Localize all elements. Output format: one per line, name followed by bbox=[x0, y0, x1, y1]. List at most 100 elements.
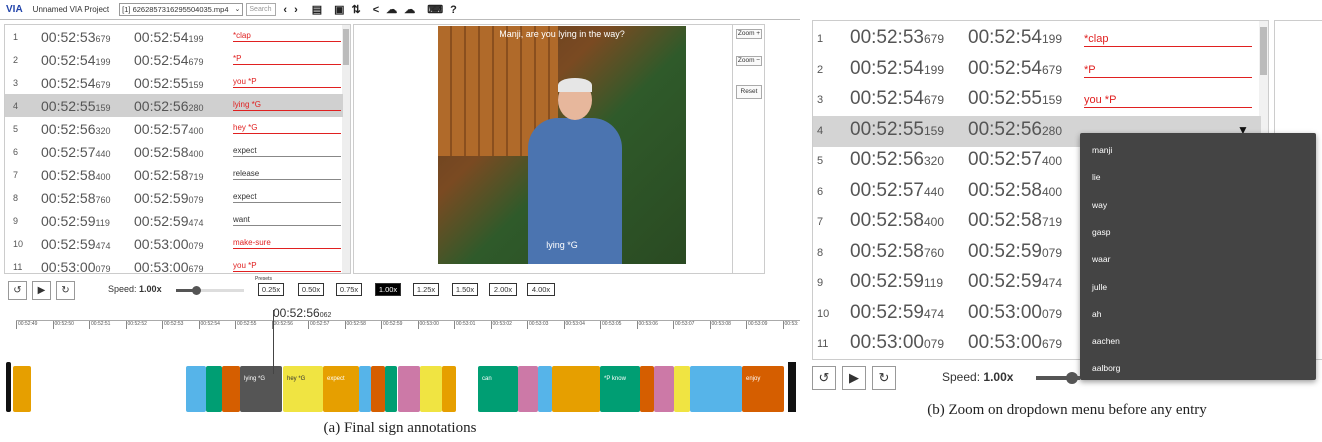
label-input[interactable]: *clap bbox=[1084, 33, 1252, 47]
zoom-reset-button[interactable]: Reset bbox=[736, 85, 762, 99]
table-row[interactable]: 9 00:52:59119 00:52:59474 want bbox=[5, 209, 343, 232]
table-row[interactable]: 2 00:52:54199 00:52:54679 *P bbox=[813, 55, 1261, 86]
end-time[interactable]: 00:52:59474 bbox=[134, 213, 204, 229]
table-row[interactable]: 1 00:52:53679 00:52:54199 *clap bbox=[5, 25, 343, 48]
start-time[interactable]: 00:52:58760 bbox=[850, 241, 944, 263]
help-icon[interactable]: ? bbox=[450, 4, 457, 16]
timeline-end-handle[interactable] bbox=[788, 362, 796, 412]
video-frame[interactable]: Manji, are you lying in the way? lying *… bbox=[438, 26, 686, 264]
timeline-track[interactable]: lying *G hey *G expect can *P know enjoy bbox=[0, 362, 800, 414]
dropdown-option[interactable]: manji bbox=[1092, 145, 1112, 155]
speed-preset-button[interactable]: 2.00x bbox=[489, 283, 517, 296]
timeline-segment[interactable] bbox=[359, 366, 371, 412]
scrollbar-thumb[interactable] bbox=[343, 29, 349, 65]
end-time[interactable]: 00:52:58719 bbox=[968, 210, 1062, 232]
start-time[interactable]: 00:52:57440 bbox=[41, 144, 111, 160]
end-time[interactable]: 00:52:54199 bbox=[968, 27, 1062, 49]
speed-preset-button[interactable]: 0.75x bbox=[336, 283, 362, 296]
timeline-segment[interactable] bbox=[420, 366, 442, 412]
start-time[interactable]: 00:52:58400 bbox=[41, 167, 111, 183]
dropdown-option[interactable]: way bbox=[1092, 200, 1107, 210]
play-button[interactable]: ▶ bbox=[32, 281, 51, 300]
start-time[interactable]: 00:52:54679 bbox=[850, 88, 944, 110]
speed-preset-button[interactable]: 0.25x bbox=[258, 283, 284, 296]
start-time[interactable]: 00:53:00079 bbox=[41, 259, 111, 274]
dropdown-option[interactable]: ah bbox=[1092, 309, 1101, 319]
timeline-segment[interactable] bbox=[690, 366, 742, 412]
timeline-segment[interactable] bbox=[640, 366, 654, 412]
list-icon[interactable]: ▤ bbox=[312, 3, 322, 16]
table-row[interactable]: 3 00:52:54679 00:52:55159 you *P bbox=[813, 85, 1261, 116]
timeline-segment[interactable] bbox=[398, 366, 420, 412]
timeline-segment[interactable] bbox=[206, 366, 222, 412]
start-time[interactable]: 00:52:53679 bbox=[850, 27, 944, 49]
start-time[interactable]: 00:52:55159 bbox=[41, 98, 111, 114]
start-time[interactable]: 00:52:59474 bbox=[41, 236, 111, 252]
timeline-segment[interactable] bbox=[186, 366, 206, 412]
end-time[interactable]: 00:52:56280 bbox=[134, 98, 204, 114]
start-time[interactable]: 00:52:59119 bbox=[41, 213, 110, 229]
save-icon[interactable]: ▣ bbox=[334, 3, 344, 16]
label-dropdown-menu[interactable]: manji lie way gasp waar julle ah aachen aalborg bbox=[1080, 133, 1316, 380]
zoom-out-button[interactable]: Zoom − bbox=[736, 56, 762, 66]
timeline-ruler[interactable]: 00:52:49 00:52:50 00:52:51 00:52:52 00:52:53… bbox=[16, 320, 800, 332]
end-time[interactable]: 00:52:55159 bbox=[134, 75, 204, 91]
table-row[interactable]: 10 00:52:59474 00:53:00079 make-sure bbox=[5, 232, 343, 255]
dropdown-option[interactable]: waar bbox=[1092, 254, 1110, 264]
speed-slider-knob[interactable] bbox=[1066, 372, 1078, 384]
timeline-segment[interactable] bbox=[13, 366, 31, 412]
playhead[interactable] bbox=[273, 310, 274, 374]
timeline-segment[interactable] bbox=[6, 362, 11, 412]
speed-preset-button[interactable]: 0.50x bbox=[298, 283, 324, 296]
table-row[interactable]: 11 00:53:00079 00:53:00679 you *P bbox=[5, 255, 343, 274]
next-file-icon[interactable]: › bbox=[294, 4, 298, 16]
end-time[interactable]: 00:52:59079 bbox=[968, 241, 1062, 263]
label-input[interactable]: lying *G bbox=[233, 100, 341, 111]
start-time[interactable]: 00:52:56320 bbox=[850, 149, 944, 171]
zoom-in-button[interactable]: Zoom + bbox=[736, 29, 762, 39]
start-time[interactable]: 00:52:54679 bbox=[41, 75, 111, 91]
start-time[interactable]: 00:52:54199 bbox=[41, 52, 111, 68]
dropdown-option[interactable]: aachen bbox=[1092, 336, 1120, 346]
rewind-button-zoomed[interactable]: ↺ bbox=[812, 366, 836, 390]
table-row[interactable]: 3 00:52:54679 00:52:55159 you *P bbox=[5, 71, 343, 94]
start-time[interactable]: 00:52:56320 bbox=[41, 121, 111, 137]
project-name[interactable]: Unnamed VIA Project bbox=[33, 5, 109, 14]
end-time[interactable]: 00:53:00679 bbox=[134, 259, 204, 274]
timeline-segment[interactable] bbox=[371, 366, 385, 412]
sort-icon[interactable]: ⇅ bbox=[352, 3, 361, 16]
dropdown-option[interactable]: julle bbox=[1092, 282, 1107, 292]
timeline-segment[interactable] bbox=[385, 366, 397, 412]
start-time[interactable]: 00:52:59119 bbox=[850, 271, 943, 293]
list-scrollbar[interactable] bbox=[342, 25, 350, 273]
table-row[interactable]: 1 00:52:53679 00:52:54199 *clap bbox=[813, 24, 1261, 55]
table-row[interactable]: 4 00:52:55159 00:52:56280 lying *G bbox=[5, 94, 343, 117]
timeline-segment[interactable] bbox=[442, 366, 456, 412]
table-row[interactable]: 2 00:52:54199 00:52:54679 *P bbox=[5, 48, 343, 71]
start-time[interactable]: 00:52:58760 bbox=[41, 190, 111, 206]
table-row[interactable]: 5 00:52:56320 00:52:57400 hey *G bbox=[5, 117, 343, 140]
share-icon[interactable]: < bbox=[373, 4, 379, 16]
start-time[interactable]: 00:52:58400 bbox=[850, 210, 944, 232]
speed-preset-button[interactable]: 4.00x bbox=[527, 283, 555, 296]
end-time[interactable]: 00:52:59474 bbox=[968, 271, 1062, 293]
end-time[interactable]: 00:52:57400 bbox=[134, 121, 204, 137]
timeline-segment[interactable] bbox=[552, 366, 600, 412]
start-time[interactable]: 00:53:00079 bbox=[850, 332, 944, 354]
scrollbar-thumb-zoomed[interactable] bbox=[1260, 27, 1267, 75]
keyboard-icon[interactable]: ⌨ bbox=[427, 3, 443, 16]
label-input[interactable]: *clap bbox=[233, 31, 341, 42]
timeline-segment[interactable]: enjoy bbox=[742, 366, 784, 412]
end-time[interactable]: 00:53:00679 bbox=[968, 332, 1062, 354]
speed-preset-button[interactable]: 1.50x bbox=[452, 283, 478, 296]
timeline-segment[interactable]: expect bbox=[323, 366, 359, 412]
cloud-upload-icon[interactable]: ☁ bbox=[404, 3, 415, 16]
end-time[interactable]: 00:52:57400 bbox=[968, 149, 1062, 171]
timeline-segment[interactable] bbox=[222, 366, 240, 412]
cloud-download-icon[interactable]: ☁ bbox=[386, 3, 397, 16]
table-row[interactable]: 7 00:52:58400 00:52:58719 release bbox=[5, 163, 343, 186]
start-time[interactable]: 00:52:59474 bbox=[850, 302, 944, 324]
end-time[interactable]: 00:53:00079 bbox=[134, 236, 204, 252]
timeline-segment[interactable]: *P know bbox=[600, 366, 640, 412]
start-time[interactable]: 00:52:54199 bbox=[850, 58, 944, 80]
